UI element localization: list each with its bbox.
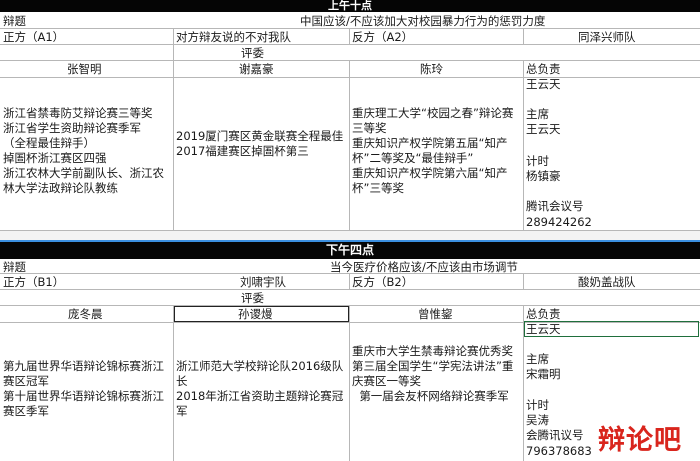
- afternoon-banner: 下午四点: [0, 242, 700, 259]
- afternoon-judge-creds-1: 第九届世界华语辩论锦标赛浙江赛区冠军 第十届世界华语辩论锦标赛浙江赛区季军: [3, 359, 164, 418]
- staff-role-timer: 计时: [526, 154, 549, 168]
- morning-con-team: 同泽兴师队: [578, 30, 636, 44]
- staff-role-timer: 计时: [526, 398, 549, 412]
- morning-judge-creds-1: 浙江省禁毒防艾辩论赛三等奖 浙江省学生资助辩论赛季军 （全程最佳辩手） 掉圄杯浙…: [3, 106, 164, 195]
- afternoon-judge-name-2: 孙谡熳: [238, 307, 273, 321]
- staff-person: 王云天: [526, 322, 561, 336]
- staff-meeting-label: 腾讯会议号: [526, 199, 584, 213]
- staff-person: 王云天: [526, 122, 561, 136]
- staff-person: 宋霜明: [526, 367, 561, 381]
- afternoon-con-label: 反方（B2）: [352, 275, 414, 289]
- staff-role-chair: 主席: [526, 107, 549, 121]
- morning-judge-name-3: 陈玲: [420, 62, 443, 76]
- staff-role-lead: 总负责: [526, 62, 561, 76]
- afternoon-judges-label: 评委: [241, 291, 264, 305]
- staff-meeting-id: 796378683: [526, 444, 592, 458]
- morning-judge-name-2: 谢嘉豪: [239, 62, 274, 76]
- watermark-logo: 辩论吧: [598, 425, 682, 456]
- afternoon-topic-label: 辩题: [3, 260, 26, 274]
- morning-judge-creds-3: 重庆理工大学“校园之春”辩论赛三等奖 重庆知识产权学院第五届“知产杯”二等奖及“…: [352, 106, 514, 195]
- staff-role-lead: 总负责: [526, 307, 561, 321]
- afternoon-judge-creds-3: 重庆市大学生禁毒辩论赛优秀奖 第三届全国学生“学宪法讲法”重庆赛区一等奖 第一届…: [352, 344, 514, 403]
- staff-meeting-id: 289424262: [526, 215, 592, 229]
- staff-person: 吴涛: [526, 413, 549, 427]
- morning-con-label: 反方（A2）: [352, 30, 414, 44]
- section-gap: [0, 231, 700, 240]
- staff-role-chair: 主席: [526, 352, 549, 366]
- afternoon-pro-team: 刘啸宇队: [240, 275, 286, 289]
- staff-meeting-label: 会腾讯议号: [526, 428, 584, 442]
- morning-judge-creds-2: 2019厦门赛区黄金联赛全程最佳 2017福建赛区掉圄杯第三: [176, 129, 344, 158]
- staff-person: 杨镇豪: [526, 169, 561, 183]
- afternoon-judge-name-3: 曾惟鋆: [418, 307, 453, 321]
- morning-pro-note: 对方辩友说的不对我队: [176, 30, 291, 44]
- afternoon-topic: 当今医疗价格应该/不应该由市场调节: [330, 260, 518, 274]
- morning-topic: 中国应该/不应该加大对校园暴力行为的惩罚力度: [300, 14, 546, 28]
- afternoon-judge-name-1: 庞冬晨: [68, 307, 103, 321]
- morning-judge-name-1: 张智明: [67, 62, 102, 76]
- morning-pro-label: 正方（A1）: [3, 30, 65, 44]
- morning-banner: 上午十点: [0, 0, 700, 12]
- morning-topic-label: 辩题: [3, 14, 26, 28]
- afternoon-con-team: 酸奶盖战队: [578, 275, 636, 289]
- morning-judges-label: 评委: [241, 46, 264, 60]
- staff-person: 王云天: [526, 77, 561, 91]
- afternoon-pro-label: 正方（B1）: [3, 275, 65, 289]
- afternoon-judge-creds-2: 浙江师范大学校辩论队2016级队长 2018年浙江省资助主题辩论赛冠军: [176, 359, 344, 418]
